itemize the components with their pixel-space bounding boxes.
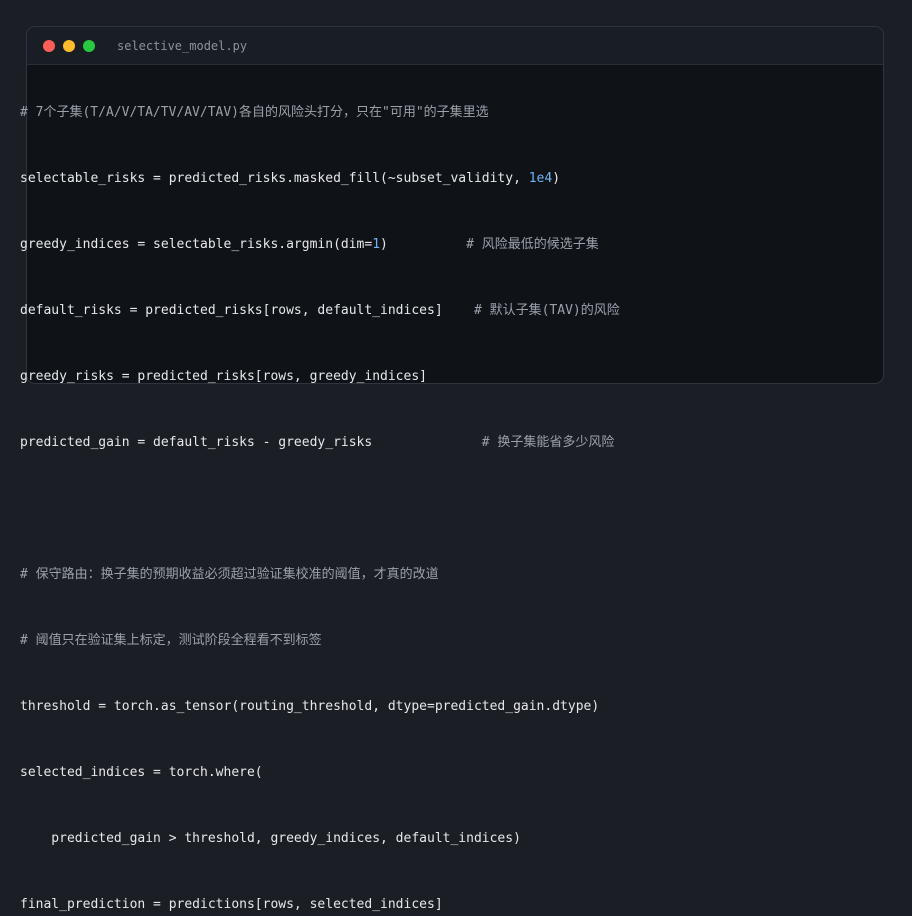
number-literal: 1 bbox=[372, 237, 381, 252]
code-line: # 保守路由：换子集的预期收益必须超过验证集校准的阈值，才真的改道 bbox=[20, 567, 439, 582]
minimize-button[interactable] bbox=[63, 39, 75, 52]
file-name: selective_model.py bbox=[117, 38, 248, 53]
code-line: # 阈值只在验证集上标定，测试阶段全程看不到标签 bbox=[20, 633, 322, 648]
code-line: predicted_gain = default_risks - greedy_… bbox=[20, 432, 620, 454]
code-line: greedy_indices = selectable_risks.argmin… bbox=[20, 234, 620, 256]
code-text: selectable_risks = predicted_risks.maske… bbox=[20, 171, 529, 186]
inline-comment: # 换子集能省多少风险 bbox=[481, 435, 615, 450]
close-button[interactable] bbox=[43, 39, 55, 52]
code-line: selected_indices = torch.where( bbox=[20, 765, 263, 780]
code-text: greedy_indices = selectable_risks.argmin… bbox=[20, 237, 373, 252]
code-line: selectable_risks = predicted_risks.maske… bbox=[20, 168, 620, 190]
code-line: greedy_risks = predicted_risks[rows, gre… bbox=[20, 369, 427, 384]
code-text: ) bbox=[552, 171, 561, 186]
inline-comment: # 默认子集(TAV)的风险 bbox=[473, 303, 620, 318]
code-text: ) bbox=[380, 237, 467, 252]
code-line: threshold = torch.as_tensor(routing_thre… bbox=[20, 699, 600, 714]
inline-comment: # 风险最低的候选子集 bbox=[466, 237, 599, 252]
number-literal: 1e4 bbox=[528, 171, 553, 186]
maximize-button[interactable] bbox=[83, 39, 95, 52]
code-text: default_risks = predicted_risks[rows, de… bbox=[20, 303, 474, 318]
code-line: default_risks = predicted_risks[rows, de… bbox=[20, 300, 620, 322]
code-text: predicted_gain = default_risks - greedy_… bbox=[20, 435, 482, 450]
code-line: final_prediction = predictions[rows, sel… bbox=[20, 897, 443, 912]
code-block: # 7个子集(T/A/V/TA/TV/AV/TAV)各自的风险头打分，只在"可用… bbox=[20, 58, 620, 916]
code-line: # 7个子集(T/A/V/TA/TV/AV/TAV)各自的风险头打分，只在"可用… bbox=[20, 105, 489, 120]
code-line: predicted_gain > threshold, greedy_indic… bbox=[20, 831, 521, 846]
